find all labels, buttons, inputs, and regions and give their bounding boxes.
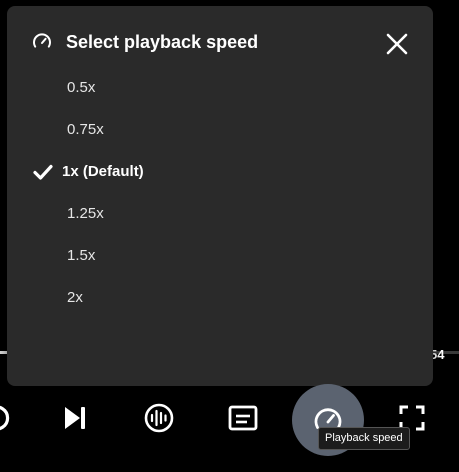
speed-option-1-25x[interactable]: 1.25x <box>7 193 433 235</box>
playback-speed-tooltip: Playback speed <box>318 427 410 450</box>
skip-next-icon <box>65 407 85 429</box>
speed-option-2x[interactable]: 2x <box>7 277 433 319</box>
panel-title: Select playback speed <box>66 32 259 52</box>
speed-option-label: 1x (Default) <box>62 163 144 180</box>
skip-next-button[interactable] <box>53 396 97 440</box>
close-button[interactable] <box>379 26 415 62</box>
speed-option-1-5x[interactable]: 1.5x <box>7 235 433 277</box>
audio-description-icon <box>144 403 174 433</box>
playback-speed-panel: Select playback speed 0.5x 0.75x 1x (Def… <box>7 6 433 386</box>
audio-description-button[interactable] <box>137 396 181 440</box>
partial-control-icon <box>0 405 10 431</box>
speed-option-label: 0.5x <box>67 79 96 96</box>
speed-option-0-75x[interactable]: 0.75x <box>7 109 433 151</box>
captions-button[interactable] <box>221 396 265 440</box>
close-icon <box>386 33 408 55</box>
speed-option-0-5x[interactable]: 0.5x <box>7 67 433 109</box>
captions-icon <box>228 405 258 431</box>
video-player: 54 Select playback speed 0.5x 0.75x 1x (… <box>0 0 459 472</box>
speed-option-list: 0.5x 0.75x 1x (Default) 1.25x 1.5x 2x <box>7 67 433 319</box>
speed-option-label: 1.25x <box>67 205 104 222</box>
speedometer-icon <box>32 32 52 52</box>
speed-option-label: 1.5x <box>67 247 96 264</box>
speed-option-1x-default[interactable]: 1x (Default) <box>7 151 433 193</box>
checkmark-icon <box>33 163 53 181</box>
partial-control-button[interactable] <box>0 396 26 440</box>
speed-option-label: 2x <box>67 289 83 306</box>
speed-option-label: 0.75x <box>67 121 104 138</box>
